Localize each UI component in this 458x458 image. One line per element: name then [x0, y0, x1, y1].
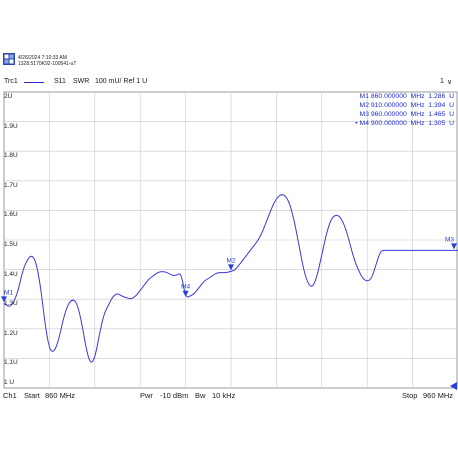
- y-tick-label: 1.2U: [4, 329, 18, 337]
- marker-table-row[interactable]: M2 910.000000 MHz 1.394 U: [355, 101, 454, 110]
- stop-value[interactable]: 960 MHz: [423, 391, 453, 400]
- y-tick-label: 1.5U: [4, 241, 18, 248]
- marker-label: M2: [226, 257, 235, 264]
- marker-label: M1: [4, 289, 13, 296]
- bw-value[interactable]: 10 kHz: [212, 391, 235, 400]
- y-tick-label: 1 U: [4, 379, 15, 386]
- marker-table: M1 860.000000 MHz 1.286 U M2 910.000000 M…: [355, 92, 454, 128]
- power-value[interactable]: -10 dBm: [160, 391, 188, 400]
- y-tick-label: 1.3U: [4, 300, 18, 308]
- marker-table-row[interactable]: • M4 900.000000 MHz 1.305 U: [355, 119, 454, 128]
- y-tick-label: 1.9U: [4, 122, 18, 130]
- channel-label[interactable]: Ch1: [3, 391, 17, 400]
- y-tick-label: 1.6U: [4, 211, 18, 219]
- y-tick-label: 1.8U: [4, 152, 18, 160]
- start-value[interactable]: 860 MHz: [45, 391, 75, 400]
- marker-label: M4: [181, 284, 190, 291]
- marker-label: M3: [445, 236, 454, 243]
- stop-label: Stop: [402, 391, 418, 400]
- marker-table-row[interactable]: M3 960.000000 MHz 1.465 U: [355, 110, 454, 119]
- marker-triangle: [451, 243, 457, 250]
- y-tick-label: 1.7U: [4, 181, 18, 189]
- marker-table-row[interactable]: M1 860.000000 MHz 1.286 U: [355, 92, 454, 101]
- y-tick-label: 2U: [4, 93, 13, 100]
- marker-symbols: M1 M2 M3 M4: [1, 236, 457, 390]
- marker-triangle: [182, 290, 189, 297]
- y-tick-label: 1.1U: [4, 359, 18, 367]
- power-label: Pwr: [140, 391, 153, 400]
- channel-footer: Ch1 Start 860 MHz Pwr -10 dBm Bw 10 kHz …: [0, 388, 458, 402]
- start-label: Start: [24, 391, 40, 400]
- bw-label: Bw: [195, 391, 206, 400]
- y-tick-label: 1.4U: [4, 270, 18, 278]
- plot-grid: [3, 91, 458, 389]
